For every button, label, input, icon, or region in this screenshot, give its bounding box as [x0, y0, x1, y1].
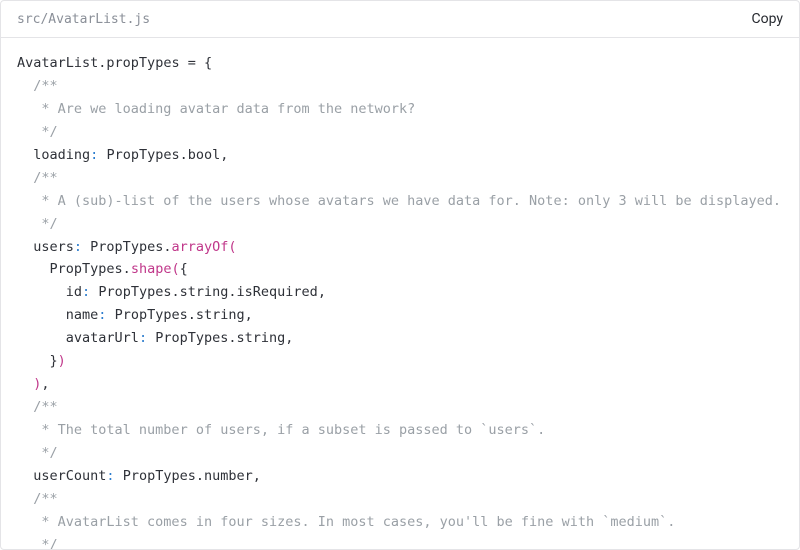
code-token: */ [33, 124, 57, 140]
code-token: PropTypes [98, 147, 179, 163]
code-token: arrayOf [171, 239, 228, 255]
code-snippet-panel: src/AvatarList.js Copy AvatarList. propTy… [0, 0, 800, 550]
copy-button[interactable]: Copy [751, 11, 783, 27]
code-token [17, 101, 33, 117]
code-token: /** [33, 491, 57, 507]
code-token: PropTypes [147, 330, 228, 346]
code-token: loading [33, 147, 90, 163]
code-token [180, 55, 188, 71]
code-token: = [188, 55, 196, 71]
code-token: userCount [33, 468, 106, 484]
code-token: */ [33, 216, 57, 232]
code-token: . [196, 468, 204, 484]
code-token: number [204, 468, 253, 484]
code-token [17, 216, 33, 232]
code-token: bool [188, 147, 221, 163]
code-token: shape [131, 261, 172, 277]
code-token: : [82, 284, 90, 300]
code-token: users [33, 239, 74, 255]
code-token [17, 353, 50, 369]
code-token [17, 193, 33, 209]
code-token: , [245, 307, 253, 323]
code-token [17, 170, 33, 186]
code-token: */ [33, 445, 57, 461]
code-token: . [228, 330, 236, 346]
code-token: , [41, 376, 49, 392]
code-token [17, 239, 33, 255]
code-token [17, 78, 33, 94]
code-token: * AvatarList comes in four sizes. In mos… [33, 514, 675, 530]
code-area: AvatarList. propTypes = { /** * Are we lo… [1, 38, 799, 549]
code-token: . [180, 147, 188, 163]
code-token [196, 55, 204, 71]
code-token: AvatarList [17, 55, 98, 71]
code-token: . [228, 284, 236, 300]
code-token: string [196, 307, 245, 323]
code-token: , [253, 468, 261, 484]
code-token [17, 537, 33, 549]
code-token: PropTypes [115, 468, 196, 484]
code-token: : [106, 468, 114, 484]
code-token [17, 422, 33, 438]
code-token: . [123, 261, 131, 277]
code-token [17, 399, 33, 415]
code-token [17, 307, 66, 323]
code-token: avatarUrl [66, 330, 139, 346]
code-token: { [204, 55, 212, 71]
code-token: /** [33, 170, 57, 186]
code-token: PropTypes [106, 307, 187, 323]
code-token: . [171, 284, 179, 300]
code-token: * The total number of users, if a subset… [33, 422, 545, 438]
code-token: ) [58, 353, 66, 369]
code-token [17, 514, 33, 530]
code-token: PropTypes [17, 261, 123, 277]
code-token: propTypes [106, 55, 179, 71]
code-token: string [237, 330, 286, 346]
code-token: . [188, 307, 196, 323]
code-token: string [180, 284, 229, 300]
code-token [17, 330, 66, 346]
code-token: : [139, 330, 147, 346]
code-token: ( [171, 261, 179, 277]
code-token [17, 147, 33, 163]
code-token [17, 445, 33, 461]
code-token [17, 468, 33, 484]
code-token [17, 124, 33, 140]
code-token: , [318, 284, 326, 300]
code-token: PropTypes [90, 284, 171, 300]
code-token: PropTypes [82, 239, 163, 255]
code-token [17, 491, 33, 507]
snippet-header: src/AvatarList.js Copy [1, 1, 799, 38]
code-token [17, 284, 66, 300]
code-token [17, 376, 33, 392]
code-token: : [74, 239, 82, 255]
code-token: */ [33, 537, 57, 549]
code-token: , [285, 330, 293, 346]
code-content: AvatarList. propTypes = { /** * Are we lo… [17, 52, 783, 549]
code-token: name [66, 307, 99, 323]
code-token: { [180, 261, 188, 277]
code-token: id [66, 284, 82, 300]
code-token: * A (sub)-list of the users whose avatar… [33, 193, 781, 209]
code-token: } [50, 353, 58, 369]
file-path: src/AvatarList.js [17, 12, 150, 27]
code-token: isRequired [237, 284, 318, 300]
code-token: * Are we loading avatar data from the ne… [33, 101, 415, 117]
code-token: /** [33, 399, 57, 415]
code-token: ( [228, 239, 236, 255]
code-token: /** [33, 78, 57, 94]
code-token: , [220, 147, 228, 163]
